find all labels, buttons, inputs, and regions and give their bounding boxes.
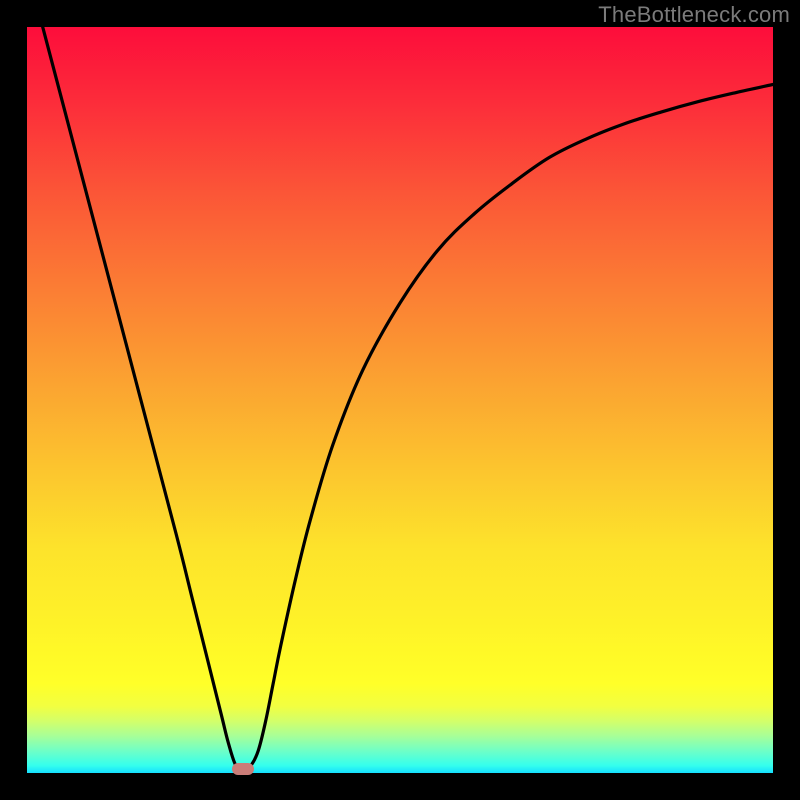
optimum-marker xyxy=(232,763,254,775)
bottleneck-curve xyxy=(27,27,773,769)
watermark-text: TheBottleneck.com xyxy=(598,2,790,28)
plot-area xyxy=(27,27,773,773)
chart-frame: TheBottleneck.com xyxy=(0,0,800,800)
chart-svg xyxy=(27,27,773,773)
